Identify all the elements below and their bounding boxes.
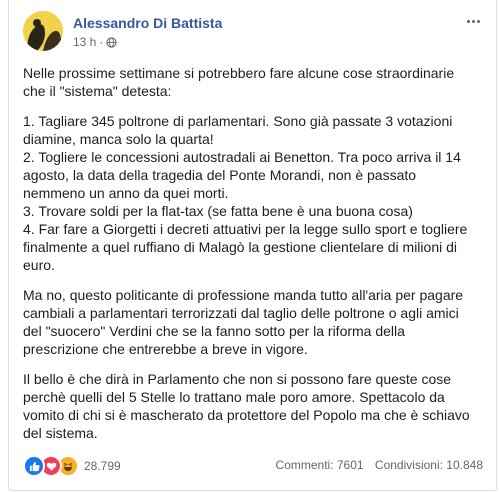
reaction-count: 28.799 <box>84 459 121 473</box>
comments-count[interactable]: Commenti: 7601 <box>276 458 364 472</box>
avatar[interactable] <box>23 11 63 51</box>
text-line: prescrizione che entrerebbe a breve in v… <box>23 341 308 357</box>
text-line: del "suocero" Verdini che se la fanno so… <box>23 323 405 339</box>
text-line: vomito di chi si è mascherato da protett… <box>23 407 470 423</box>
text-line: che il "sistema" detesta: <box>23 83 172 99</box>
post-card: Alessandro Di Battista 13 h · Nelle pros… <box>8 0 497 491</box>
post-time[interactable]: 13 h <box>73 35 96 49</box>
globe-icon <box>106 36 117 48</box>
post-paragraph: 1. Tagliare 345 poltrone di parlamentari… <box>23 112 485 274</box>
post-body: Nelle prossime settimane si potrebbero f… <box>23 64 485 454</box>
text-line: 4. Far fare a Giorgetti i decreti attuat… <box>23 221 468 237</box>
text-line: 1. Tagliare 345 poltrone di parlamentari… <box>23 113 453 129</box>
reactions-summary[interactable]: 28.799 <box>23 455 121 477</box>
post-header: Alessandro Di Battista 13 h · <box>23 11 483 53</box>
post-paragraph: Il bello è che dirà in Parlamento che no… <box>23 370 485 442</box>
text-line: 2. Togliere le concessioni autostradali … <box>23 149 461 165</box>
text-line: cambiali a parlamentari terrorizzati dal… <box>23 305 459 321</box>
text-line: Nelle prossime settimane si potrebbero f… <box>23 65 455 81</box>
separator-dot: · <box>99 35 104 49</box>
author-name[interactable]: Alessandro Di Battista <box>73 15 222 31</box>
shares-count[interactable]: Condivisioni: 10.848 <box>375 458 483 472</box>
text-line: euro. <box>23 257 55 273</box>
like-icon <box>23 455 45 477</box>
post-paragraph: Ma no, questo politicante di professione… <box>23 286 485 358</box>
text-line: diamine, manca solo la quarta! <box>23 131 214 147</box>
text-line: perchè quelli del 5 Stelle lo trattano m… <box>23 389 445 405</box>
text-line: nemmeno un anno da quei morti. <box>23 185 229 201</box>
post-footer: 28.799 Commenti: 7601 Condivisioni: 10.8… <box>23 455 483 477</box>
text-line: 3. Trovare soldi per la flat-tax (se fat… <box>23 203 413 219</box>
post-meta: 13 h · <box>73 35 117 49</box>
text-line: del sistema. <box>23 425 98 441</box>
post-stats: Commenti: 7601 Condivisioni: 10.848 <box>268 458 483 472</box>
more-options-icon[interactable] <box>463 11 483 31</box>
text-line: finalmente a quel ruffiano di Malagò la … <box>23 239 457 255</box>
text-line: Il bello è che dirà in Parlamento che no… <box>23 371 452 387</box>
post-paragraph: Nelle prossime settimane si potrebbero f… <box>23 64 485 100</box>
text-line: agosto, la data della tragedia del Ponte… <box>23 167 417 183</box>
text-line: Ma no, questo politicante di professione… <box>23 287 464 303</box>
avatar-image <box>23 11 63 51</box>
